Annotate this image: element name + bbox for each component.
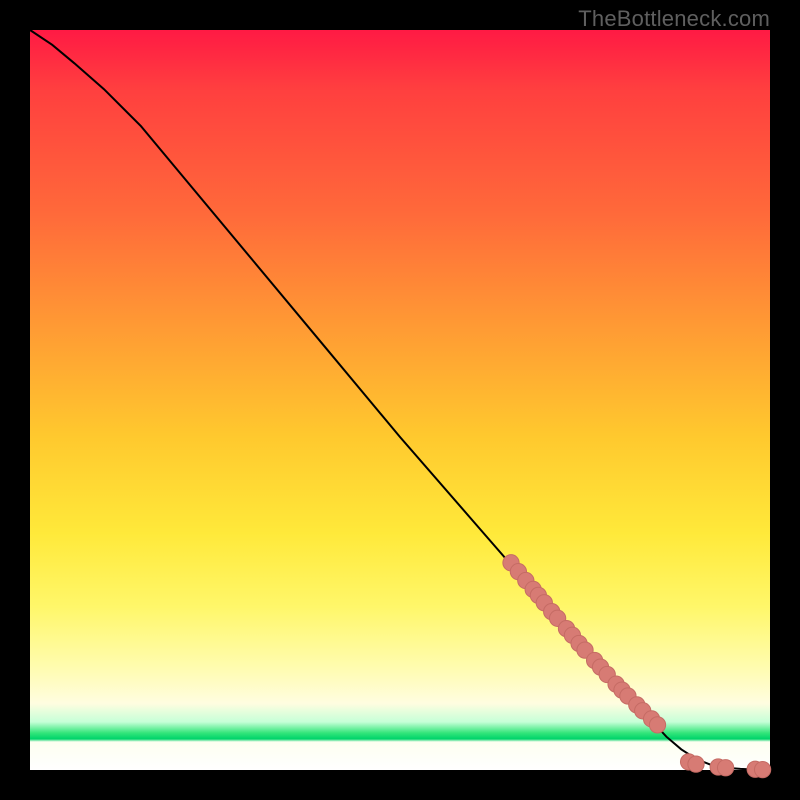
- data-point: [717, 760, 733, 776]
- watermark-text: TheBottleneck.com: [578, 6, 770, 32]
- data-point: [649, 717, 665, 733]
- curve-line: [30, 30, 770, 770]
- chart-frame: TheBottleneck.com: [0, 0, 800, 800]
- data-point: [754, 761, 770, 777]
- chart-svg: [30, 30, 770, 770]
- data-point: [688, 756, 704, 772]
- curve-markers: [503, 555, 771, 778]
